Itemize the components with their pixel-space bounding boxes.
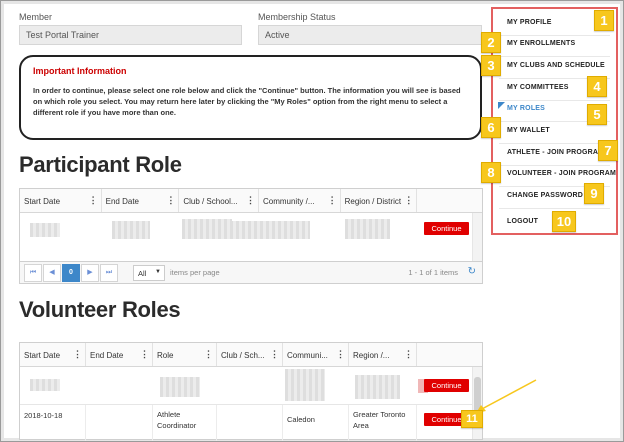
redacted-value	[30, 223, 60, 237]
column-menu-icon: ⋮	[88, 195, 98, 205]
column-header[interactable]: Role ⋮	[153, 343, 217, 366]
annotation-badge: 3	[481, 55, 501, 76]
volunteer-grid-header: Start Date ⋮ End Date ⋮ Role ⋮ Club / Sch..…	[20, 343, 482, 367]
participant-continue-button[interactable]: Continue	[424, 222, 469, 235]
column-menu-icon: ⋮	[270, 349, 279, 359]
active-indicator-icon	[498, 102, 505, 109]
redacted-value	[230, 221, 310, 239]
redacted-value	[345, 219, 390, 239]
refresh-icon[interactable]: ↻	[468, 266, 476, 277]
column-header-actions	[417, 343, 473, 366]
column-menu-icon: ⋮	[73, 349, 82, 359]
volunteer-roles-title: Volunteer Roles	[19, 297, 181, 322]
pager-current-page[interactable]: 0	[62, 263, 80, 282]
annotation-badge: 4	[587, 76, 607, 97]
column-header[interactable]: End Date ⋮	[102, 189, 180, 212]
menu-item-my-clubs[interactable]: MY CLUBS AND SCHEDULE	[507, 62, 605, 69]
annotation-badge: 10	[552, 211, 576, 232]
membership-status-field: Active	[258, 25, 482, 45]
pager-next-button[interactable]: ▶	[81, 263, 99, 282]
column-menu-icon: ⋮	[327, 195, 337, 205]
membership-status-label: Membership Status	[258, 12, 336, 22]
table-row: Continue	[20, 367, 482, 405]
column-menu-icon: ⋮	[404, 349, 413, 359]
annotation-badge: 9	[584, 183, 604, 204]
cell-end-date	[86, 405, 153, 441]
column-header[interactable]: Region / District ⋮	[341, 189, 418, 212]
items-per-page-label: items per page	[170, 268, 220, 277]
cell-start-date: 2018-10-18	[20, 405, 86, 441]
column-header[interactable]: Community /... ⋮	[259, 189, 341, 212]
annotation-badge: 7	[598, 140, 618, 161]
info-text: In order to continue, please select one …	[33, 86, 461, 117]
annotation-badge: 2	[481, 32, 501, 53]
column-menu-icon: ⋮	[336, 349, 345, 359]
redacted-value	[182, 219, 232, 239]
column-header[interactable]: End Date ⋮	[86, 343, 153, 366]
column-menu-icon: ⋮	[166, 195, 176, 205]
cell-club	[217, 405, 283, 441]
cell-community: Caledon	[283, 405, 349, 441]
redacted-value	[30, 379, 60, 391]
info-title: Important Information	[33, 66, 127, 76]
menu-item-change-password[interactable]: CHANGE PASSWORD	[507, 192, 583, 199]
participant-grid-header: Start Date ⋮ End Date ⋮ Club / School... ⋮ …	[20, 189, 482, 213]
column-menu-icon: ⋮	[245, 195, 255, 205]
menu-item-volunteer-join[interactable]: VOLUNTEER - JOIN PROGRAM	[507, 170, 616, 177]
menu-item-athlete-join[interactable]: ATHLETE - JOIN PROGRAM	[507, 149, 604, 156]
column-header[interactable]: Region /... ⋮	[349, 343, 417, 366]
column-menu-icon: ⋮	[404, 195, 414, 205]
column-menu-icon: ⋮	[140, 349, 149, 359]
column-header[interactable]: Start Date ⋮	[20, 189, 102, 212]
member-field: Test Portal Trainer	[19, 25, 242, 45]
redacted-value	[285, 369, 325, 401]
column-header-actions	[417, 189, 482, 212]
column-header[interactable]: Communi... ⋮	[283, 343, 349, 366]
menu-item-logout[interactable]: LOGOUT	[507, 218, 538, 225]
volunteer-grid: Start Date ⋮ End Date ⋮ Role ⋮ Club / Sch..…	[19, 342, 483, 441]
chevron-down-icon: ▼	[155, 268, 161, 275]
pager-summary: 1 - 1 of 1 items	[408, 268, 458, 277]
column-header[interactable]: Club / School... ⋮	[179, 189, 259, 212]
annotation-badge: 11	[461, 410, 483, 428]
annotation-badge: 5	[587, 104, 607, 125]
pager-prev-button[interactable]: ◀	[43, 263, 61, 282]
page-size-select[interactable]: All ▼	[133, 264, 165, 281]
important-info-box: Important Information In order to contin…	[19, 55, 482, 140]
column-menu-icon: ⋮	[204, 349, 213, 359]
table-row: Continue	[20, 213, 482, 249]
participant-scrollbar[interactable]	[472, 213, 482, 261]
cell-role: Athlete Coordinator	[153, 405, 217, 441]
menu-item-my-roles[interactable]: MY ROLES	[507, 105, 545, 112]
menu-item-my-profile[interactable]: MY PROFILE	[507, 19, 552, 26]
column-header[interactable]: Start Date ⋮	[20, 343, 86, 366]
member-label: Member	[19, 12, 53, 22]
pager-first-button[interactable]: ⏮	[24, 263, 42, 282]
participant-pager: ⏮ ◀ 0 ▶ ⏭ All ▼ items per page 1 - 1 of 1…	[19, 262, 483, 284]
participant-role-title: Participant Role	[19, 152, 182, 177]
redacted-value	[160, 377, 200, 397]
annotation-badge: 6	[481, 117, 501, 138]
redacted-value	[355, 375, 400, 399]
menu-item-my-wallet[interactable]: MY WALLET	[507, 127, 550, 134]
menu-item-my-committees[interactable]: MY COMMITTEES	[507, 84, 569, 91]
redacted-value	[112, 221, 150, 239]
cell-region: Greater Toronto Area	[349, 405, 417, 441]
menu-item-my-enrollments[interactable]: MY ENROLLMENTS	[507, 40, 575, 47]
table-row: 2018-10-18 Athlete Coordinator Caledon G…	[20, 405, 482, 441]
annotation-badge: 8	[481, 162, 501, 183]
annotation-badge: 1	[594, 10, 614, 31]
pager-last-button[interactable]: ⏭	[100, 263, 118, 282]
participant-grid: Start Date ⋮ End Date ⋮ Club / School... ⋮ …	[19, 188, 483, 262]
column-header[interactable]: Club / Sch... ⋮	[217, 343, 283, 366]
volunteer-continue-button[interactable]: Continue	[424, 379, 469, 392]
